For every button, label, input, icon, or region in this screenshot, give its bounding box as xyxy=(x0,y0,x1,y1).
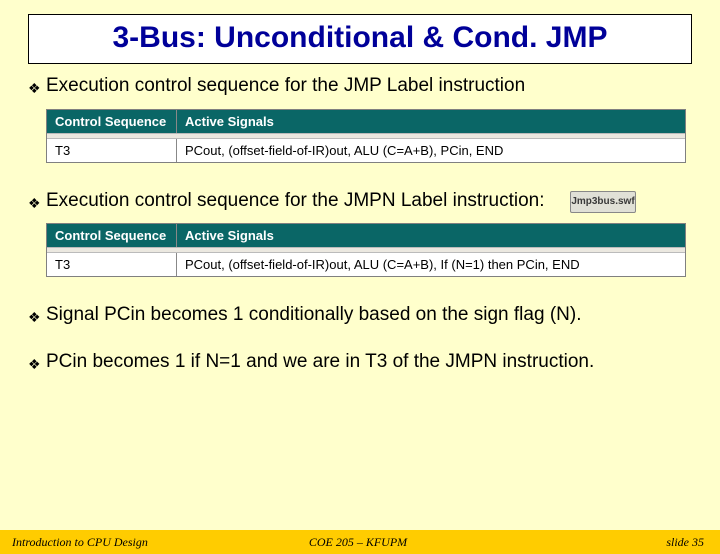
table-header-row: Control Sequence Active Signals xyxy=(47,224,685,247)
footer-center: COE 205 – KFUPM xyxy=(243,535,474,550)
slide-footer: Introduction to CPU Design COE 205 – KFU… xyxy=(0,530,720,554)
footer-left: Introduction to CPU Design xyxy=(0,535,243,550)
control-sequence-table-1: Control Sequence Active Signals T3 PCout… xyxy=(46,109,686,163)
diamond-bullet-icon: ❖ xyxy=(28,189,46,212)
table-header-cell: Control Sequence xyxy=(47,110,177,133)
diamond-bullet-icon: ❖ xyxy=(28,74,46,97)
table-header-row: Control Sequence Active Signals xyxy=(47,110,685,133)
table-cell: T3 xyxy=(47,253,177,276)
table-header-cell: Active Signals xyxy=(177,110,685,133)
table-cell: PCout, (offset-field-of-IR)out, ALU (C=A… xyxy=(177,139,685,162)
control-sequence-table-2: Control Sequence Active Signals T3 PCout… xyxy=(46,223,686,277)
table-header-cell: Control Sequence xyxy=(47,224,177,247)
bullet-text: Execution control sequence for the JMPN … xyxy=(46,189,556,214)
bullet-item-3: ❖ Signal PCin becomes 1 conditionally ba… xyxy=(28,303,692,328)
bullet-text: Execution control sequence for the JMP L… xyxy=(46,74,692,99)
bullet-text: Signal PCin becomes 1 conditionally base… xyxy=(46,303,692,328)
table-cell: PCout, (offset-field-of-IR)out, ALU (C=A… xyxy=(177,253,685,276)
bullet-item-1: ❖ Execution control sequence for the JMP… xyxy=(28,74,692,99)
diamond-bullet-icon: ❖ xyxy=(28,350,46,373)
bullet-item-2: ❖ Execution control sequence for the JMP… xyxy=(28,189,692,214)
table-header-cell: Active Signals xyxy=(177,224,685,247)
table-row: T3 PCout, (offset-field-of-IR)out, ALU (… xyxy=(47,253,685,276)
slide-title-box: 3-Bus: Unconditional & Cond. JMP xyxy=(28,14,692,64)
swf-link-icon[interactable]: Jmp3bus.swf xyxy=(570,191,636,213)
table-cell: T3 xyxy=(47,139,177,162)
diamond-bullet-icon: ❖ xyxy=(28,303,46,326)
footer-right: slide 35 xyxy=(473,535,720,550)
bullet-text: PCin becomes 1 if N=1 and we are in T3 o… xyxy=(46,350,692,375)
bullet-item-4: ❖ PCin becomes 1 if N=1 and we are in T3… xyxy=(28,350,692,375)
table-row: T3 PCout, (offset-field-of-IR)out, ALU (… xyxy=(47,139,685,162)
slide-title: 3-Bus: Unconditional & Cond. JMP xyxy=(37,21,683,55)
slide-content: ❖ Execution control sequence for the JMP… xyxy=(0,74,720,375)
